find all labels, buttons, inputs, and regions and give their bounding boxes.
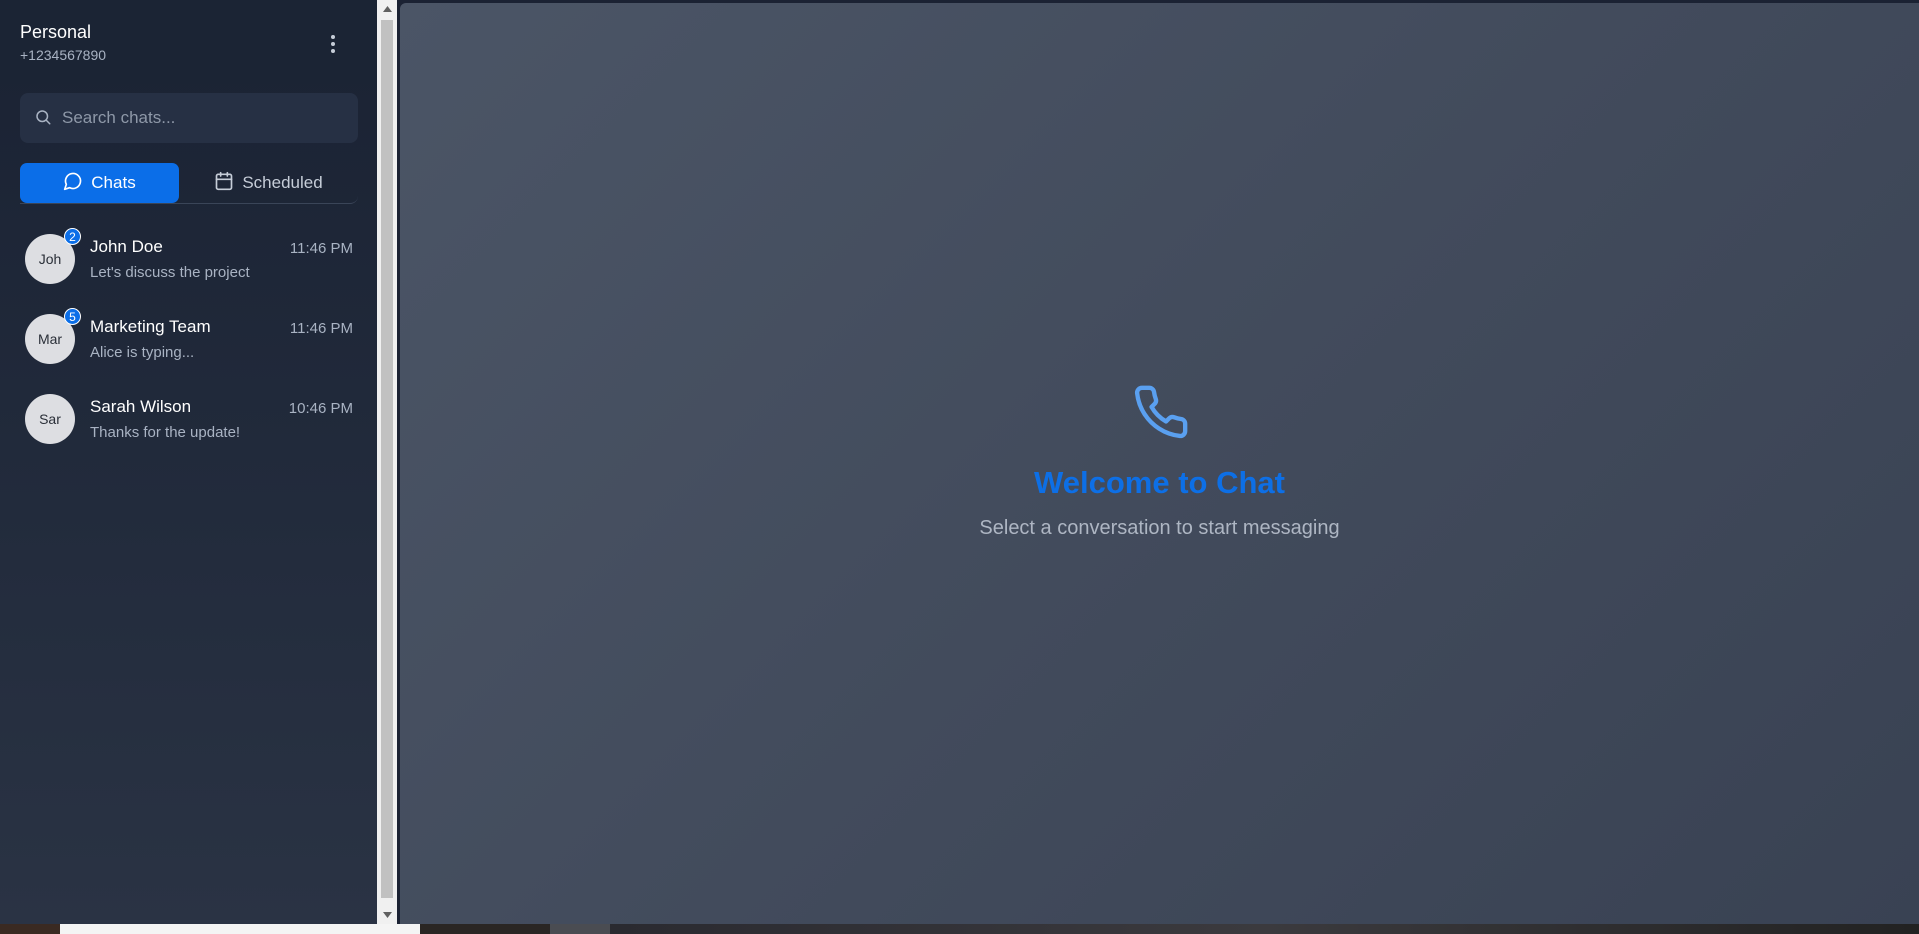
chat-app: Personal +1234567890 Chats [0, 0, 1919, 934]
chat-item-sarah-wilson[interactable]: Sar Sarah Wilson 10:46 PM Thanks for the… [0, 382, 377, 462]
sidebar: Personal +1234567890 Chats [0, 0, 377, 924]
chat-time: 11:46 PM [289, 320, 353, 337]
scroll-up-arrow-icon[interactable] [377, 0, 397, 18]
chat-preview: Alice is typing... [90, 344, 195, 361]
chat-tabs: Chats Scheduled [20, 163, 358, 204]
taskbar-segment [420, 924, 550, 934]
tab-scheduled[interactable]: Scheduled [179, 163, 358, 203]
phone-icon [1132, 383, 1190, 446]
chat-item-marketing-team[interactable]: Mar 5 Marketing Team 11:46 PM Alice is t… [0, 302, 377, 382]
avatar: Sar [25, 394, 75, 444]
chat-preview: Let's discuss the project [90, 264, 250, 281]
main-panel: Welcome to Chat Select a conversation to… [400, 3, 1919, 924]
welcome-subtitle: Select a conversation to start messaging [979, 517, 1340, 539]
chat-item-john-doe[interactable]: Joh 2 John Doe 11:46 PM Let's discuss th… [0, 222, 377, 302]
search-field[interactable] [20, 93, 358, 143]
tab-scheduled-label: Scheduled [242, 173, 323, 192]
chat-list: Joh 2 John Doe 11:46 PM Let's discuss th… [0, 222, 377, 462]
account-phone: +1234567890 [20, 47, 107, 63]
taskbar-app-button[interactable] [550, 924, 610, 934]
chat-name: Sarah Wilson [90, 397, 192, 416]
unread-badge: 5 [64, 308, 81, 325]
scroll-down-arrow-icon[interactable] [377, 906, 397, 924]
scrollbar-thumb[interactable] [381, 20, 393, 898]
welcome-title: Welcome to Chat [1034, 465, 1285, 500]
message-circle-icon [63, 171, 83, 196]
tab-chats[interactable]: Chats [20, 163, 179, 203]
account-header: Personal +1234567890 [0, 0, 377, 83]
search-icon [34, 108, 52, 131]
tab-chats-label: Chats [91, 173, 136, 192]
taskbar-search-box[interactable] [60, 924, 420, 934]
sidebar-scrollbar[interactable] [377, 0, 397, 924]
os-taskbar [0, 924, 1919, 934]
account-name: Personal [20, 22, 92, 42]
search-input[interactable] [60, 93, 342, 143]
chat-name: Marketing Team [90, 317, 211, 336]
chat-time: 11:46 PM [289, 240, 353, 257]
calendar-icon [214, 171, 234, 196]
more-vertical-icon[interactable] [318, 30, 348, 58]
unread-badge: 2 [64, 228, 81, 245]
chat-time: 10:46 PM [288, 400, 353, 417]
welcome-screen: Welcome to Chat Select a conversation to… [400, 383, 1919, 540]
chat-name: John Doe [90, 237, 163, 256]
taskbar-segment [610, 924, 1919, 934]
taskbar-segment [0, 924, 60, 934]
chat-preview: Thanks for the update! [90, 424, 241, 441]
